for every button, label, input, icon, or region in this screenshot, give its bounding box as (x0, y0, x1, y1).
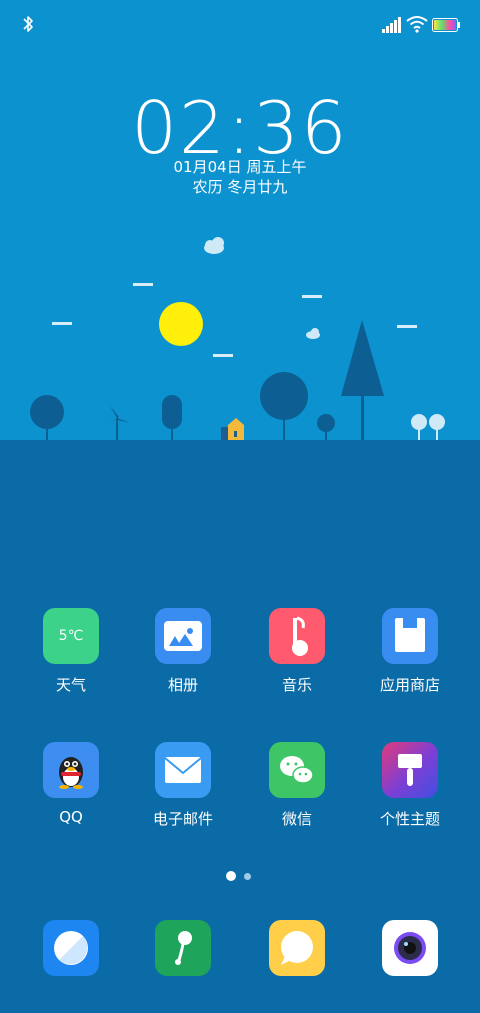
app-music[interactable]: 音乐 (242, 608, 352, 695)
app-label: 天气 (55, 676, 86, 694)
app-label: 微信 (281, 810, 312, 828)
wechat-icon (269, 742, 325, 798)
page-dot[interactable] (244, 873, 251, 880)
battery-icon (432, 18, 460, 32)
page-indicator[interactable] (0, 870, 480, 882)
signal-icon (382, 17, 401, 33)
paint-brush-icon (382, 742, 438, 798)
house-icon (221, 418, 244, 440)
app-gallery[interactable]: 相册 (128, 608, 238, 695)
app-wechat[interactable]: 微信 (242, 742, 352, 829)
app-label: 相册 (167, 676, 198, 694)
app-themes[interactable]: 个性主题 (355, 742, 465, 829)
weather-scene (30, 237, 445, 440)
app-weather[interactable]: 5℃ 天气 (16, 608, 126, 695)
wifi-icon (406, 16, 428, 33)
app-label: 音乐 (281, 676, 312, 694)
app-email[interactable]: 电子邮件 (128, 742, 238, 829)
dock-messages[interactable] (242, 920, 352, 976)
date-text: 01月04日 周五上午 (173, 158, 307, 176)
dock-browser[interactable] (16, 920, 126, 976)
app-store[interactable]: 应用商店 (355, 608, 465, 695)
messages-icon (269, 920, 325, 976)
dock-camera[interactable] (355, 920, 465, 976)
mail-icon (155, 742, 211, 798)
camera-icon (382, 920, 438, 976)
app-label: 电子邮件 (152, 810, 213, 828)
app-label: 个性主题 (379, 810, 440, 828)
gallery-icon (155, 608, 211, 664)
sun-icon (159, 302, 203, 346)
phone-icon (155, 920, 211, 976)
status-bar (0, 0, 480, 50)
music-note-icon (269, 608, 325, 664)
page-dot-active[interactable] (226, 871, 236, 881)
weather-temp: 5℃ (58, 628, 84, 644)
bluetooth-icon (23, 16, 33, 32)
browser-icon (43, 920, 99, 976)
app-label: 应用商店 (379, 676, 440, 694)
app-store-icon (382, 608, 438, 664)
dock-phone[interactable] (128, 920, 238, 976)
app-label: QQ (59, 808, 83, 826)
cloud-icon (306, 328, 320, 339)
app-qq[interactable]: QQ (16, 742, 126, 826)
weather-app-icon: 5℃ (43, 608, 99, 664)
qq-penguin-icon (43, 742, 99, 798)
lunar-date-text: 农历 冬月廿九 (192, 178, 288, 196)
cloud-icon (204, 237, 224, 254)
